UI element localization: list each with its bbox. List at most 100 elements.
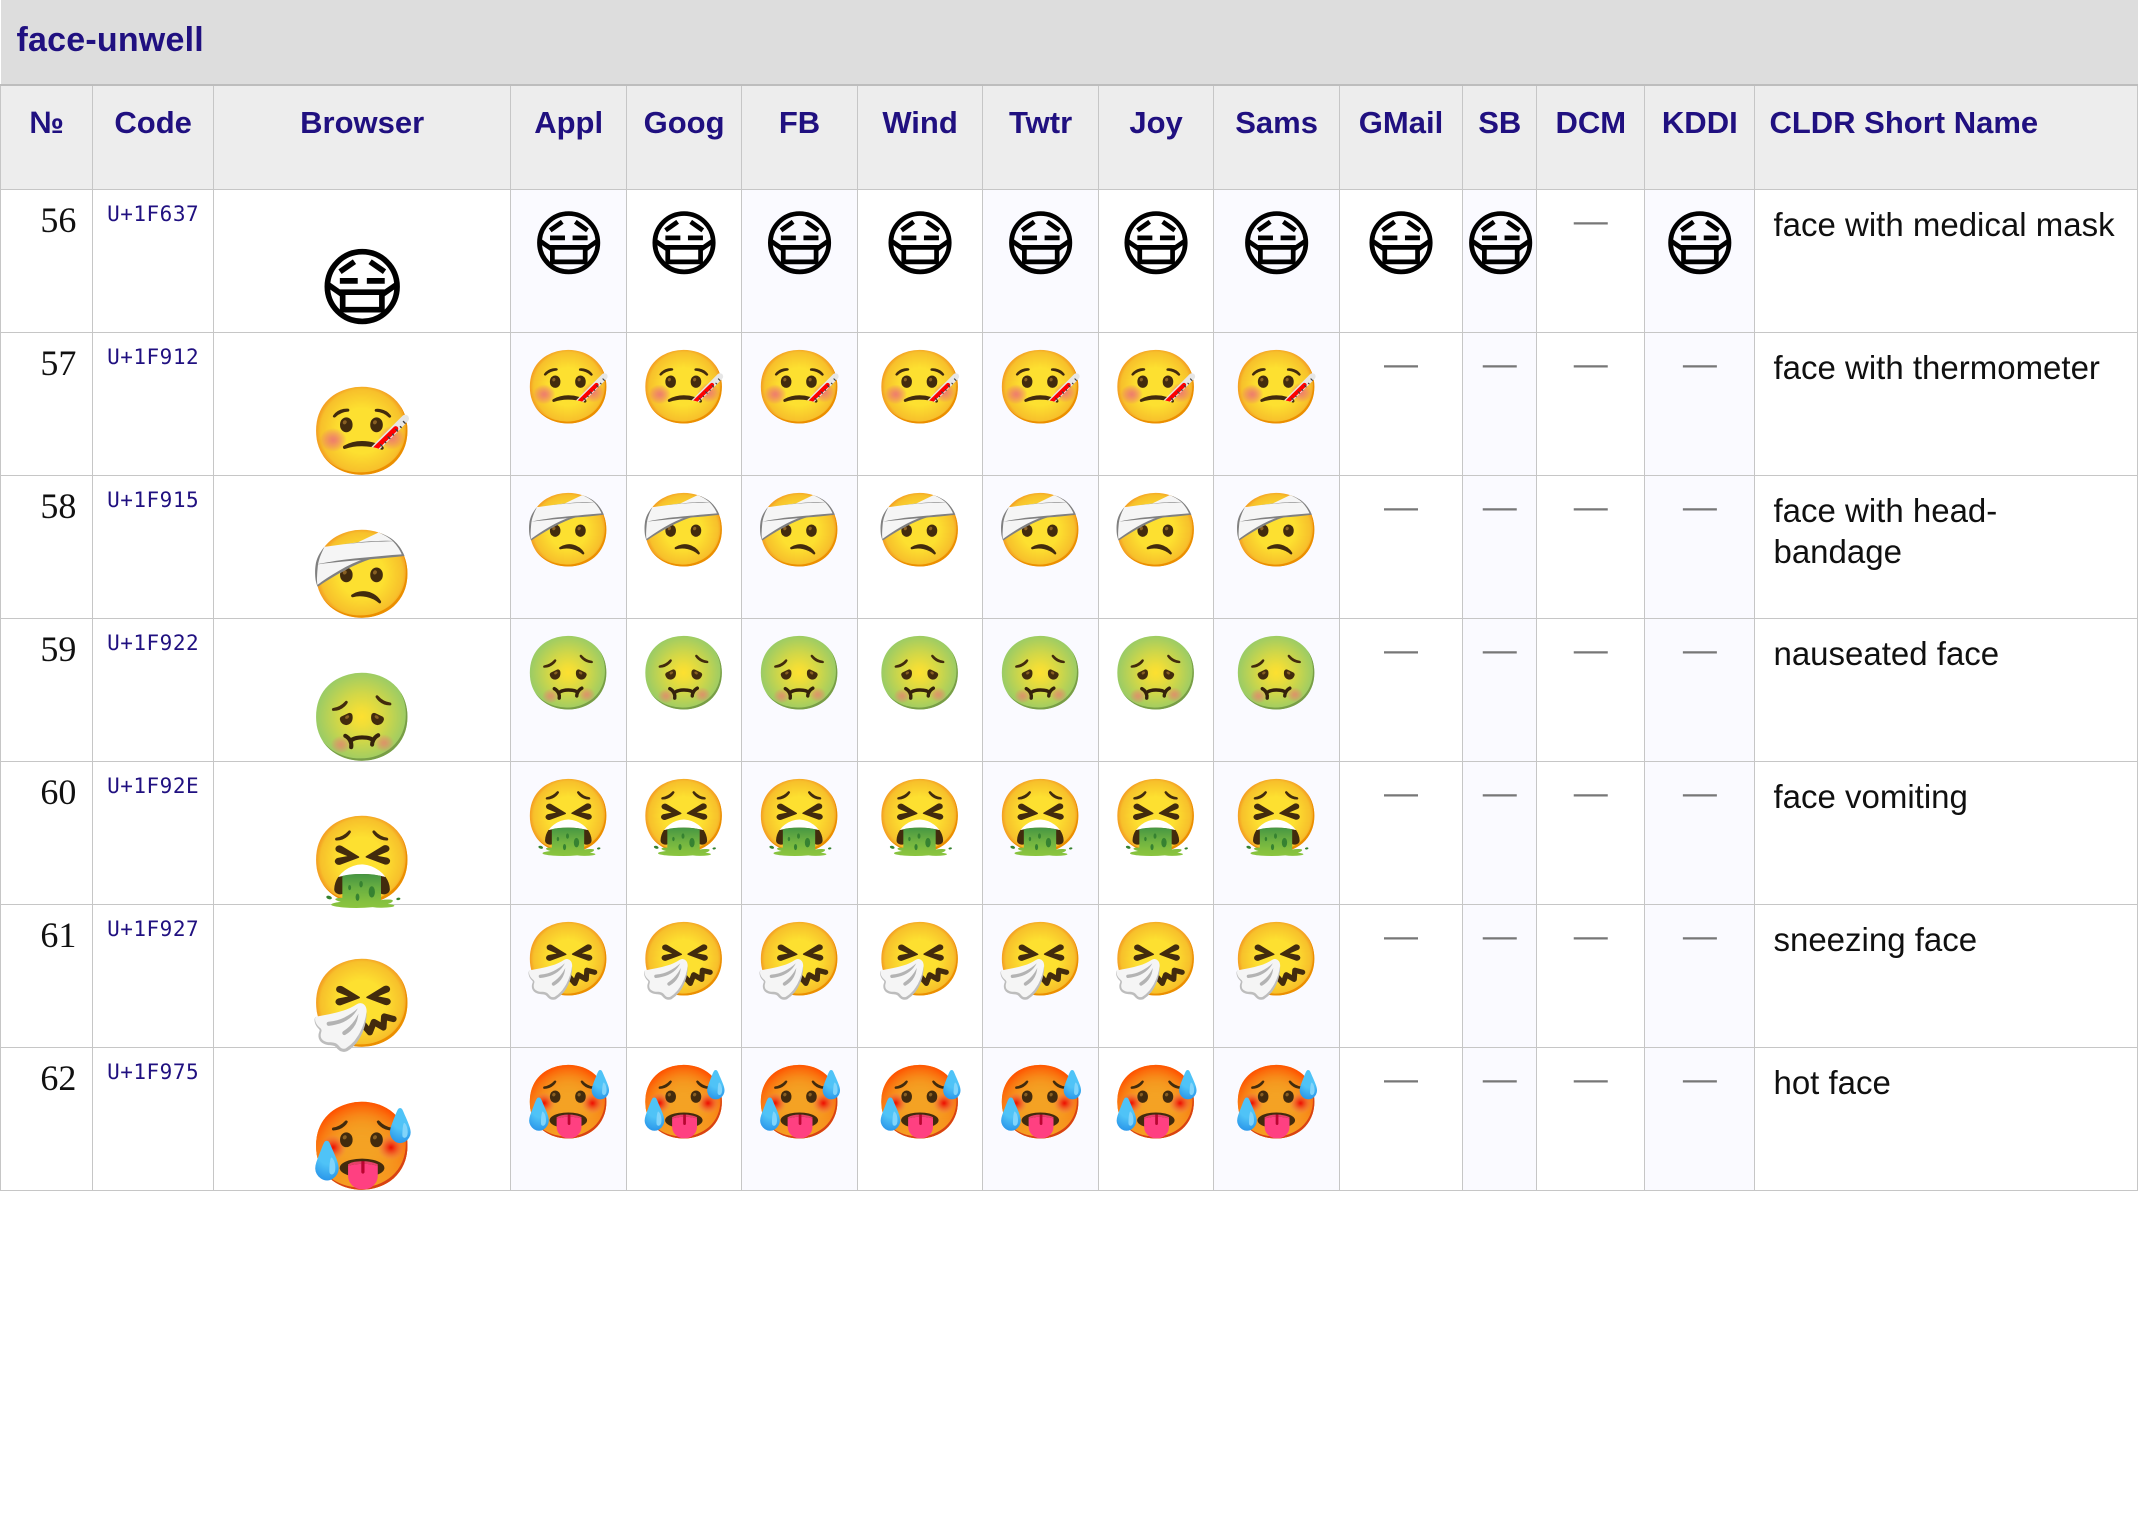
vendor-emoji-glyph: 😷 xyxy=(1363,201,1439,286)
vendor-emoji-cell-appl: 🤒 xyxy=(510,331,627,476)
vendor-emoji-cell-kddi: — xyxy=(1644,760,1756,905)
vendor-emoji-cell-twtr: 🤒 xyxy=(982,331,1099,476)
col-header-fb[interactable]: FB xyxy=(741,84,858,190)
code-point-link[interactable]: U+1F975 xyxy=(107,1060,199,1084)
col-header-twtr[interactable]: Twtr xyxy=(982,84,1099,190)
vendor-emoji-glyph: 🤧 xyxy=(523,916,614,1001)
vendor-emoji-cell-joy: 🤢 xyxy=(1097,617,1215,762)
vendor-emoji-glyph: 😷 xyxy=(1239,201,1315,286)
vendor-emoji-cell-kddi: — xyxy=(1644,1046,1756,1191)
table-row: 62 U+1F975 🥵 🥵 🥵 🥵 🥵 🥵 🥵 🥵 — — — — hot face xyxy=(0,1046,2138,1197)
col-header-code[interactable]: Code xyxy=(92,84,214,190)
vendor-emoji-cell-dcm: — xyxy=(1536,1046,1646,1191)
vendor-emoji-cell-gmail: — xyxy=(1338,331,1464,476)
col-header-wind[interactable]: Wind xyxy=(856,84,984,190)
col-header-kddi[interactable]: KDDI xyxy=(1644,84,1756,190)
col-header-joy[interactable]: Joy xyxy=(1097,84,1215,190)
vendor-emoji-cell-goog: 🤢 xyxy=(625,617,743,762)
code-point-cell: U+1F637 xyxy=(92,188,214,333)
vendor-emoji-glyph: 🤢 xyxy=(1111,630,1201,715)
browser-emoji-glyph: 🤮 xyxy=(308,810,416,911)
vendor-emoji-glyph: 🤮 xyxy=(1111,773,1201,858)
browser-emoji-cell: 🤕 xyxy=(212,474,512,619)
vendor-emoji-cell-sams: 🤒 xyxy=(1213,331,1340,476)
vendor-emoji-glyph: 🤒 xyxy=(639,344,729,429)
vendor-emoji-cell-gmail: 😷 xyxy=(1338,188,1464,333)
missing-dash-icon: — xyxy=(1482,916,1517,955)
browser-emoji-glyph: 🤒 xyxy=(308,381,416,482)
missing-dash-icon: — xyxy=(1573,487,1608,526)
vendor-emoji-cell-twtr: 😷 xyxy=(982,188,1099,333)
vendor-emoji-glyph: 😷 xyxy=(1003,201,1079,286)
vendor-emoji-cell-joy: 🥵 xyxy=(1097,1046,1215,1191)
code-point-link[interactable]: U+1F92E xyxy=(107,774,199,798)
table-row: 57 U+1F912 🤒 🤒 🤒 🤒 🤒 🤒 🤒 🤒 — — — — face with thermomet… xyxy=(0,331,2138,482)
vendor-emoji-glyph: 🤮 xyxy=(523,773,614,858)
vendor-emoji-cell-appl: 😷 xyxy=(510,188,627,333)
table-row: 60 U+1F92E 🤮 🤮 🤮 🤮 🤮 🤮 🤮 🤮 — — — — face vomiting xyxy=(0,760,2138,911)
code-point-link[interactable]: U+1F915 xyxy=(107,488,199,512)
col-header-dcm[interactable]: DCM xyxy=(1536,84,1646,190)
vendor-emoji-cell-fb: 🤒 xyxy=(741,331,858,476)
missing-dash-icon: — xyxy=(1482,630,1517,669)
section-title[interactable]: face-unwell xyxy=(0,0,2138,85)
vendor-emoji-glyph: 🤕 xyxy=(1231,487,1322,572)
vendor-emoji-cell-wind: 🤒 xyxy=(856,331,984,476)
col-header-sb[interactable]: SB xyxy=(1462,84,1538,190)
missing-dash-icon: — xyxy=(1384,630,1418,669)
col-header-browser[interactable]: Browser xyxy=(212,84,512,190)
missing-dash-icon: — xyxy=(1573,916,1608,955)
code-point-cell: U+1F975 xyxy=(92,1046,214,1191)
browser-emoji-glyph: 😷 xyxy=(317,238,407,339)
vendor-emoji-cell-appl: 🥵 xyxy=(510,1046,627,1191)
code-point-link[interactable]: U+1F922 xyxy=(107,631,199,655)
vendor-emoji-cell-sb: — xyxy=(1462,760,1538,905)
vendor-emoji-glyph: 😷 xyxy=(1662,201,1738,286)
vendor-emoji-cell-appl: 🤢 xyxy=(510,617,627,762)
code-point-link[interactable]: U+1F927 xyxy=(107,917,199,941)
missing-dash-icon: — xyxy=(1482,344,1517,383)
vendor-emoji-glyph: 🤮 xyxy=(754,773,845,858)
vendor-emoji-cell-dcm: — xyxy=(1536,760,1646,905)
vendor-emoji-cell-sb: 😷 xyxy=(1462,188,1538,333)
code-point-link[interactable]: U+1F912 xyxy=(107,345,199,369)
browser-emoji-cell: 🤒 xyxy=(212,331,512,482)
vendor-emoji-cell-goog: 🥵 xyxy=(625,1046,743,1191)
vendor-emoji-cell-wind: 🥵 xyxy=(856,1046,984,1191)
browser-emoji-glyph: 🥵 xyxy=(308,1096,416,1197)
vendor-emoji-glyph: 🤢 xyxy=(639,630,729,715)
vendor-emoji-cell-gmail: — xyxy=(1338,617,1464,762)
col-header-num[interactable]: № xyxy=(0,84,94,190)
code-point-cell: U+1F92E xyxy=(92,760,214,905)
col-header-sams[interactable]: Sams xyxy=(1213,84,1340,190)
vendor-emoji-cell-fb: 😷 xyxy=(741,188,858,333)
vendor-emoji-cell-kddi: — xyxy=(1644,617,1756,762)
vendor-emoji-cell-joy: 🤒 xyxy=(1097,331,1215,476)
col-header-appl[interactable]: Appl xyxy=(510,84,627,190)
cldr-short-name: face with thermometer xyxy=(1754,331,2138,476)
vendor-emoji-glyph: 🤢 xyxy=(754,630,845,715)
vendor-emoji-cell-fb: 🤢 xyxy=(741,617,858,762)
col-header-gmail[interactable]: GMail xyxy=(1338,84,1464,190)
vendor-emoji-cell-sb: — xyxy=(1462,1046,1538,1191)
vendor-emoji-cell-dcm: — xyxy=(1536,331,1646,476)
vendor-emoji-cell-joy: 🤕 xyxy=(1097,474,1215,619)
vendor-emoji-cell-appl: 🤕 xyxy=(510,474,627,619)
vendor-emoji-glyph: 🤒 xyxy=(875,344,965,429)
vendor-emoji-glyph: 🤧 xyxy=(875,916,965,1001)
code-point-link[interactable]: U+1F637 xyxy=(107,202,199,226)
vendor-emoji-cell-sams: 😷 xyxy=(1213,188,1340,333)
col-header-goog[interactable]: Goog xyxy=(625,84,743,190)
vendor-emoji-glyph: 🥵 xyxy=(1111,1059,1201,1144)
vendor-emoji-cell-wind: 🤢 xyxy=(856,617,984,762)
code-point-cell: U+1F915 xyxy=(92,474,214,619)
cldr-short-name: sneezing face xyxy=(1754,903,2138,1048)
row-number: 62 xyxy=(0,1046,94,1191)
missing-dash-icon: — xyxy=(1573,1059,1608,1098)
col-header-cldr-short-name[interactable]: CLDR Short Name xyxy=(1754,84,2138,190)
vendor-emoji-cell-fb: 🤧 xyxy=(741,903,858,1048)
vendor-emoji-cell-fb: 🤕 xyxy=(741,474,858,619)
vendor-emoji-cell-appl: 🤧 xyxy=(510,903,627,1048)
vendor-emoji-glyph: 🤒 xyxy=(523,344,614,429)
code-point-cell: U+1F922 xyxy=(92,617,214,762)
